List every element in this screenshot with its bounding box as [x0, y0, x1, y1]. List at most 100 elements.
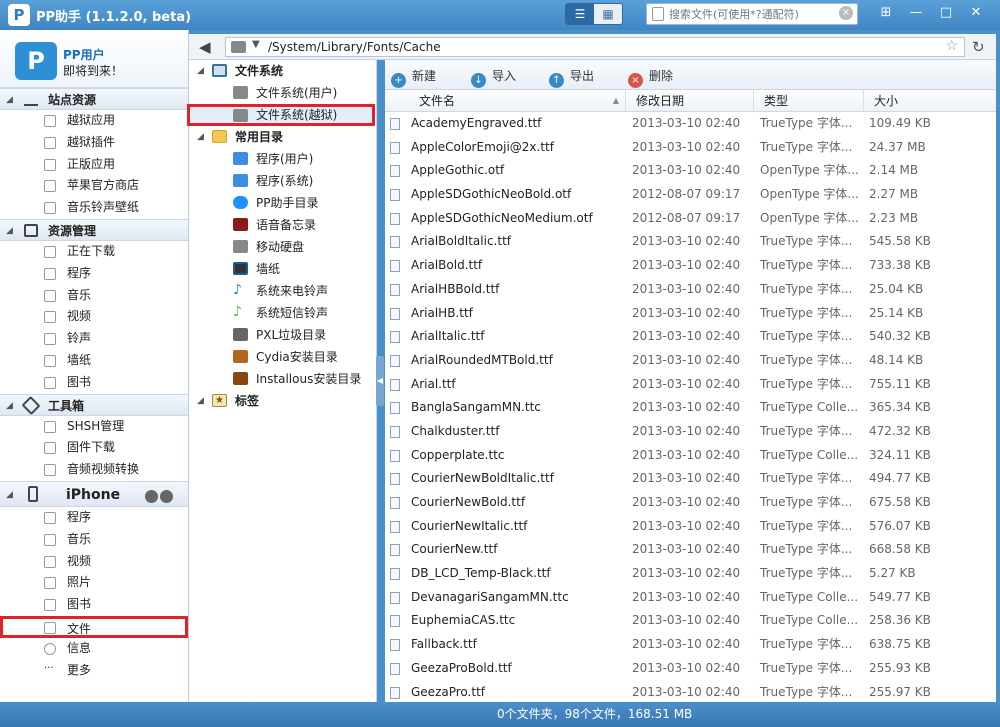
nav-item-music[interactable]: 音乐: [0, 285, 188, 307]
table-row[interactable]: Copperplate.ttc 2013-03-10 02:40 TrueType …: [385, 444, 996, 468]
table-row[interactable]: CourierNew.ttf 2013-03-10 02:40 TrueType 字…: [385, 538, 996, 562]
nav-group-site-resources[interactable]: ◢ 站点资源: [0, 88, 188, 110]
tree-item-common[interactable]: 程序(系统): [189, 170, 376, 192]
table-row[interactable]: CourierNewItalic.ttf 2013-03-10 02:40 True…: [385, 515, 996, 539]
nav-item-shsh[interactable]: SHSH管理: [0, 416, 188, 438]
table-row[interactable]: CourierNewBold.ttf 2013-03-10 02:40 TrueTy…: [385, 491, 996, 515]
table-row[interactable]: Fallback.ttf 2013-03-10 02:40 TrueType 字体.…: [385, 633, 996, 657]
tree-item-common[interactable]: Installous安装目录: [189, 368, 376, 390]
tree-item-common[interactable]: ♪ 系统短信铃声: [189, 302, 376, 324]
battery-icon[interactable]: [145, 489, 158, 503]
panel-collapse-handle[interactable]: ◀: [376, 356, 384, 406]
nav-item-iphone-files[interactable]: 文件: [0, 615, 188, 638]
user-name[interactable]: PP用户: [63, 46, 105, 63]
path-field[interactable]: ▼ /System/Library/Fonts/Cache ☆: [225, 37, 965, 57]
tree-root-filesystem[interactable]: ◢ 文件系统: [189, 60, 376, 82]
export-button[interactable]: ↑ 导出: [549, 67, 594, 88]
col-header-type[interactable]: 类型: [754, 90, 864, 112]
search-clear-icon[interactable]: ×: [839, 6, 853, 20]
grid-view-icon[interactable]: ▦: [594, 4, 622, 24]
collapse-triangle-icon[interactable]: ◢: [6, 220, 13, 242]
tree-item-common[interactable]: PP助手目录: [189, 192, 376, 214]
nav-item-programs[interactable]: 程序: [0, 263, 188, 285]
nav-item-iphone-books[interactable]: 图书: [0, 594, 188, 616]
table-row[interactable]: Arial.ttf 2013-03-10 02:40 TrueType 字体... 7…: [385, 373, 996, 397]
table-row[interactable]: DB_LCD_Temp-Black.ttf 2013-03-10 02:40 Tru…: [385, 562, 996, 586]
col-header-size[interactable]: 大小: [864, 90, 996, 112]
nav-item-av-convert[interactable]: 音频视频转换: [0, 459, 188, 481]
maximize-button[interactable]: □: [934, 3, 958, 23]
table-row[interactable]: GeezaPro.ttf 2013-03-10 02:40 TrueType 字体.…: [385, 681, 996, 703]
table-row[interactable]: AcademyEngraved.ttf 2013-03-10 02:40 TrueT…: [385, 112, 996, 136]
collapse-triangle-icon[interactable]: ◢: [6, 482, 13, 508]
nav-group-iphone[interactable]: ◢ iPhone: [0, 480, 188, 508]
tree-item-common[interactable]: ♪ 系统来电铃声: [189, 280, 376, 302]
nav-item-jailbreak-apps[interactable]: 越狱应用: [0, 110, 188, 132]
nav-item-iphone-messages[interactable]: 信息: [0, 638, 188, 660]
table-row[interactable]: AppleSDGothicNeoMedium.otf 2012-08-07 09:…: [385, 207, 996, 231]
tree-root-tags[interactable]: ◢ ★ 标签: [189, 390, 376, 412]
nav-item-iphone-more[interactable]: ··· 更多: [0, 660, 188, 682]
col-header-date[interactable]: 修改日期: [626, 90, 754, 112]
table-row[interactable]: Chalkduster.ttf 2013-03-10 02:40 TrueType …: [385, 420, 996, 444]
chevron-down-icon[interactable]: ▼: [252, 39, 260, 50]
nav-item-wallpapers[interactable]: 墙纸: [0, 350, 188, 372]
tree-item-common[interactable]: 移动硬盘: [189, 236, 376, 258]
skin-icon[interactable]: ⊞: [874, 3, 898, 23]
table-row[interactable]: ArialHB.ttf 2013-03-10 02:40 TrueType 字体..…: [385, 302, 996, 326]
new-button[interactable]: + 新建: [391, 67, 436, 88]
table-row[interactable]: GeezaProBold.ttf 2013-03-10 02:40 TrueType…: [385, 657, 996, 681]
table-row[interactable]: ArialRoundedMTBold.ttf 2013-03-10 02:40 Tr…: [385, 349, 996, 373]
tree-root-common[interactable]: ◢ 常用目录: [189, 126, 376, 148]
tree-item-common[interactable]: 墙纸: [189, 258, 376, 280]
nav-item-iphone-music[interactable]: 音乐: [0, 529, 188, 551]
col-header-name[interactable]: 文件名 ▲: [385, 90, 626, 112]
refresh-icon[interactable]: ↻: [972, 38, 985, 56]
tree-item-common[interactable]: 程序(用户): [189, 148, 376, 170]
eject-icon[interactable]: [160, 489, 173, 503]
back-arrow-icon[interactable]: ◀: [199, 38, 211, 56]
nav-item-iphone-photos[interactable]: 照片: [0, 572, 188, 594]
nav-item-video[interactable]: 视频: [0, 306, 188, 328]
nav-item-iphone-video[interactable]: 视频: [0, 551, 188, 573]
nav-item-firmware-download[interactable]: 固件下载: [0, 437, 188, 459]
table-row[interactable]: ArialHBBold.ttf 2013-03-10 02:40 TrueType …: [385, 278, 996, 302]
table-row[interactable]: ArialBoldItalic.ttf 2013-03-10 02:40 TrueT…: [385, 230, 996, 254]
expand-triangle-icon[interactable]: ◢: [197, 60, 204, 82]
nav-item-official-apps[interactable]: 正版应用: [0, 154, 188, 176]
nav-item-iphone-programs[interactable]: 程序: [0, 507, 188, 529]
nav-item-music-ringtones-wallpapers[interactable]: 音乐铃声壁纸: [0, 197, 188, 219]
nav-item-jailbreak-plugins[interactable]: 越狱插件: [0, 132, 188, 154]
tree-item-common[interactable]: 语音备忘录: [189, 214, 376, 236]
collapse-triangle-icon[interactable]: ◢: [6, 395, 13, 417]
nav-item-apple-store[interactable]: 苹果官方商店: [0, 175, 188, 197]
table-row[interactable]: ArialItalic.ttf 2013-03-10 02:40 TrueType …: [385, 325, 996, 349]
nav-item-ringtones[interactable]: 铃声: [0, 328, 188, 350]
expand-triangle-icon[interactable]: ◢: [197, 126, 204, 148]
nav-item-books[interactable]: 图书: [0, 372, 188, 394]
tree-item-fs-jailbreak[interactable]: 文件系统(越狱): [187, 104, 375, 126]
table-row[interactable]: BanglaSangamMN.ttc 2013-03-10 02:40 TrueTy…: [385, 396, 996, 420]
tree-item-fs-user[interactable]: 文件系统(用户): [189, 82, 376, 104]
search-input[interactable]: [669, 6, 834, 22]
avatar[interactable]: P: [15, 42, 57, 80]
list-view-icon[interactable]: ☰: [566, 4, 594, 24]
star-icon[interactable]: ☆: [945, 38, 958, 54]
table-row[interactable]: EuphemiaCAS.ttc 2013-03-10 02:40 TrueType …: [385, 609, 996, 633]
path-text[interactable]: /System/Library/Fonts/Cache: [268, 40, 441, 54]
table-row[interactable]: AppleSDGothicNeoBold.otf 2012-08-07 09:17…: [385, 183, 996, 207]
table-row[interactable]: ArialBold.ttf 2013-03-10 02:40 TrueType 字体…: [385, 254, 996, 278]
tree-item-common[interactable]: Cydia安装目录: [189, 346, 376, 368]
table-row[interactable]: AppleGothic.otf 2013-03-10 02:40 OpenType …: [385, 159, 996, 183]
nav-group-resource-manager[interactable]: ◢ 资源管理: [0, 218, 188, 242]
expand-triangle-icon[interactable]: ◢: [197, 390, 204, 412]
nav-item-downloading[interactable]: 正在下载: [0, 241, 188, 263]
table-row[interactable]: DevanagariSangamMN.ttc 2013-03-10 02:40 Tr…: [385, 586, 996, 610]
import-button[interactable]: ↓ 导入: [471, 67, 516, 88]
collapse-triangle-icon[interactable]: ◢: [6, 89, 13, 111]
close-button[interactable]: ✕: [964, 3, 988, 23]
table-row[interactable]: AppleColorEmoji@2x.ttf 2013-03-10 02:40 Tr…: [385, 136, 996, 160]
minimize-button[interactable]: —: [904, 3, 928, 23]
nav-group-toolbox[interactable]: ◢ 工具箱: [0, 393, 188, 417]
table-row[interactable]: CourierNewBoldItalic.ttf 2013-03-10 02:40…: [385, 467, 996, 491]
